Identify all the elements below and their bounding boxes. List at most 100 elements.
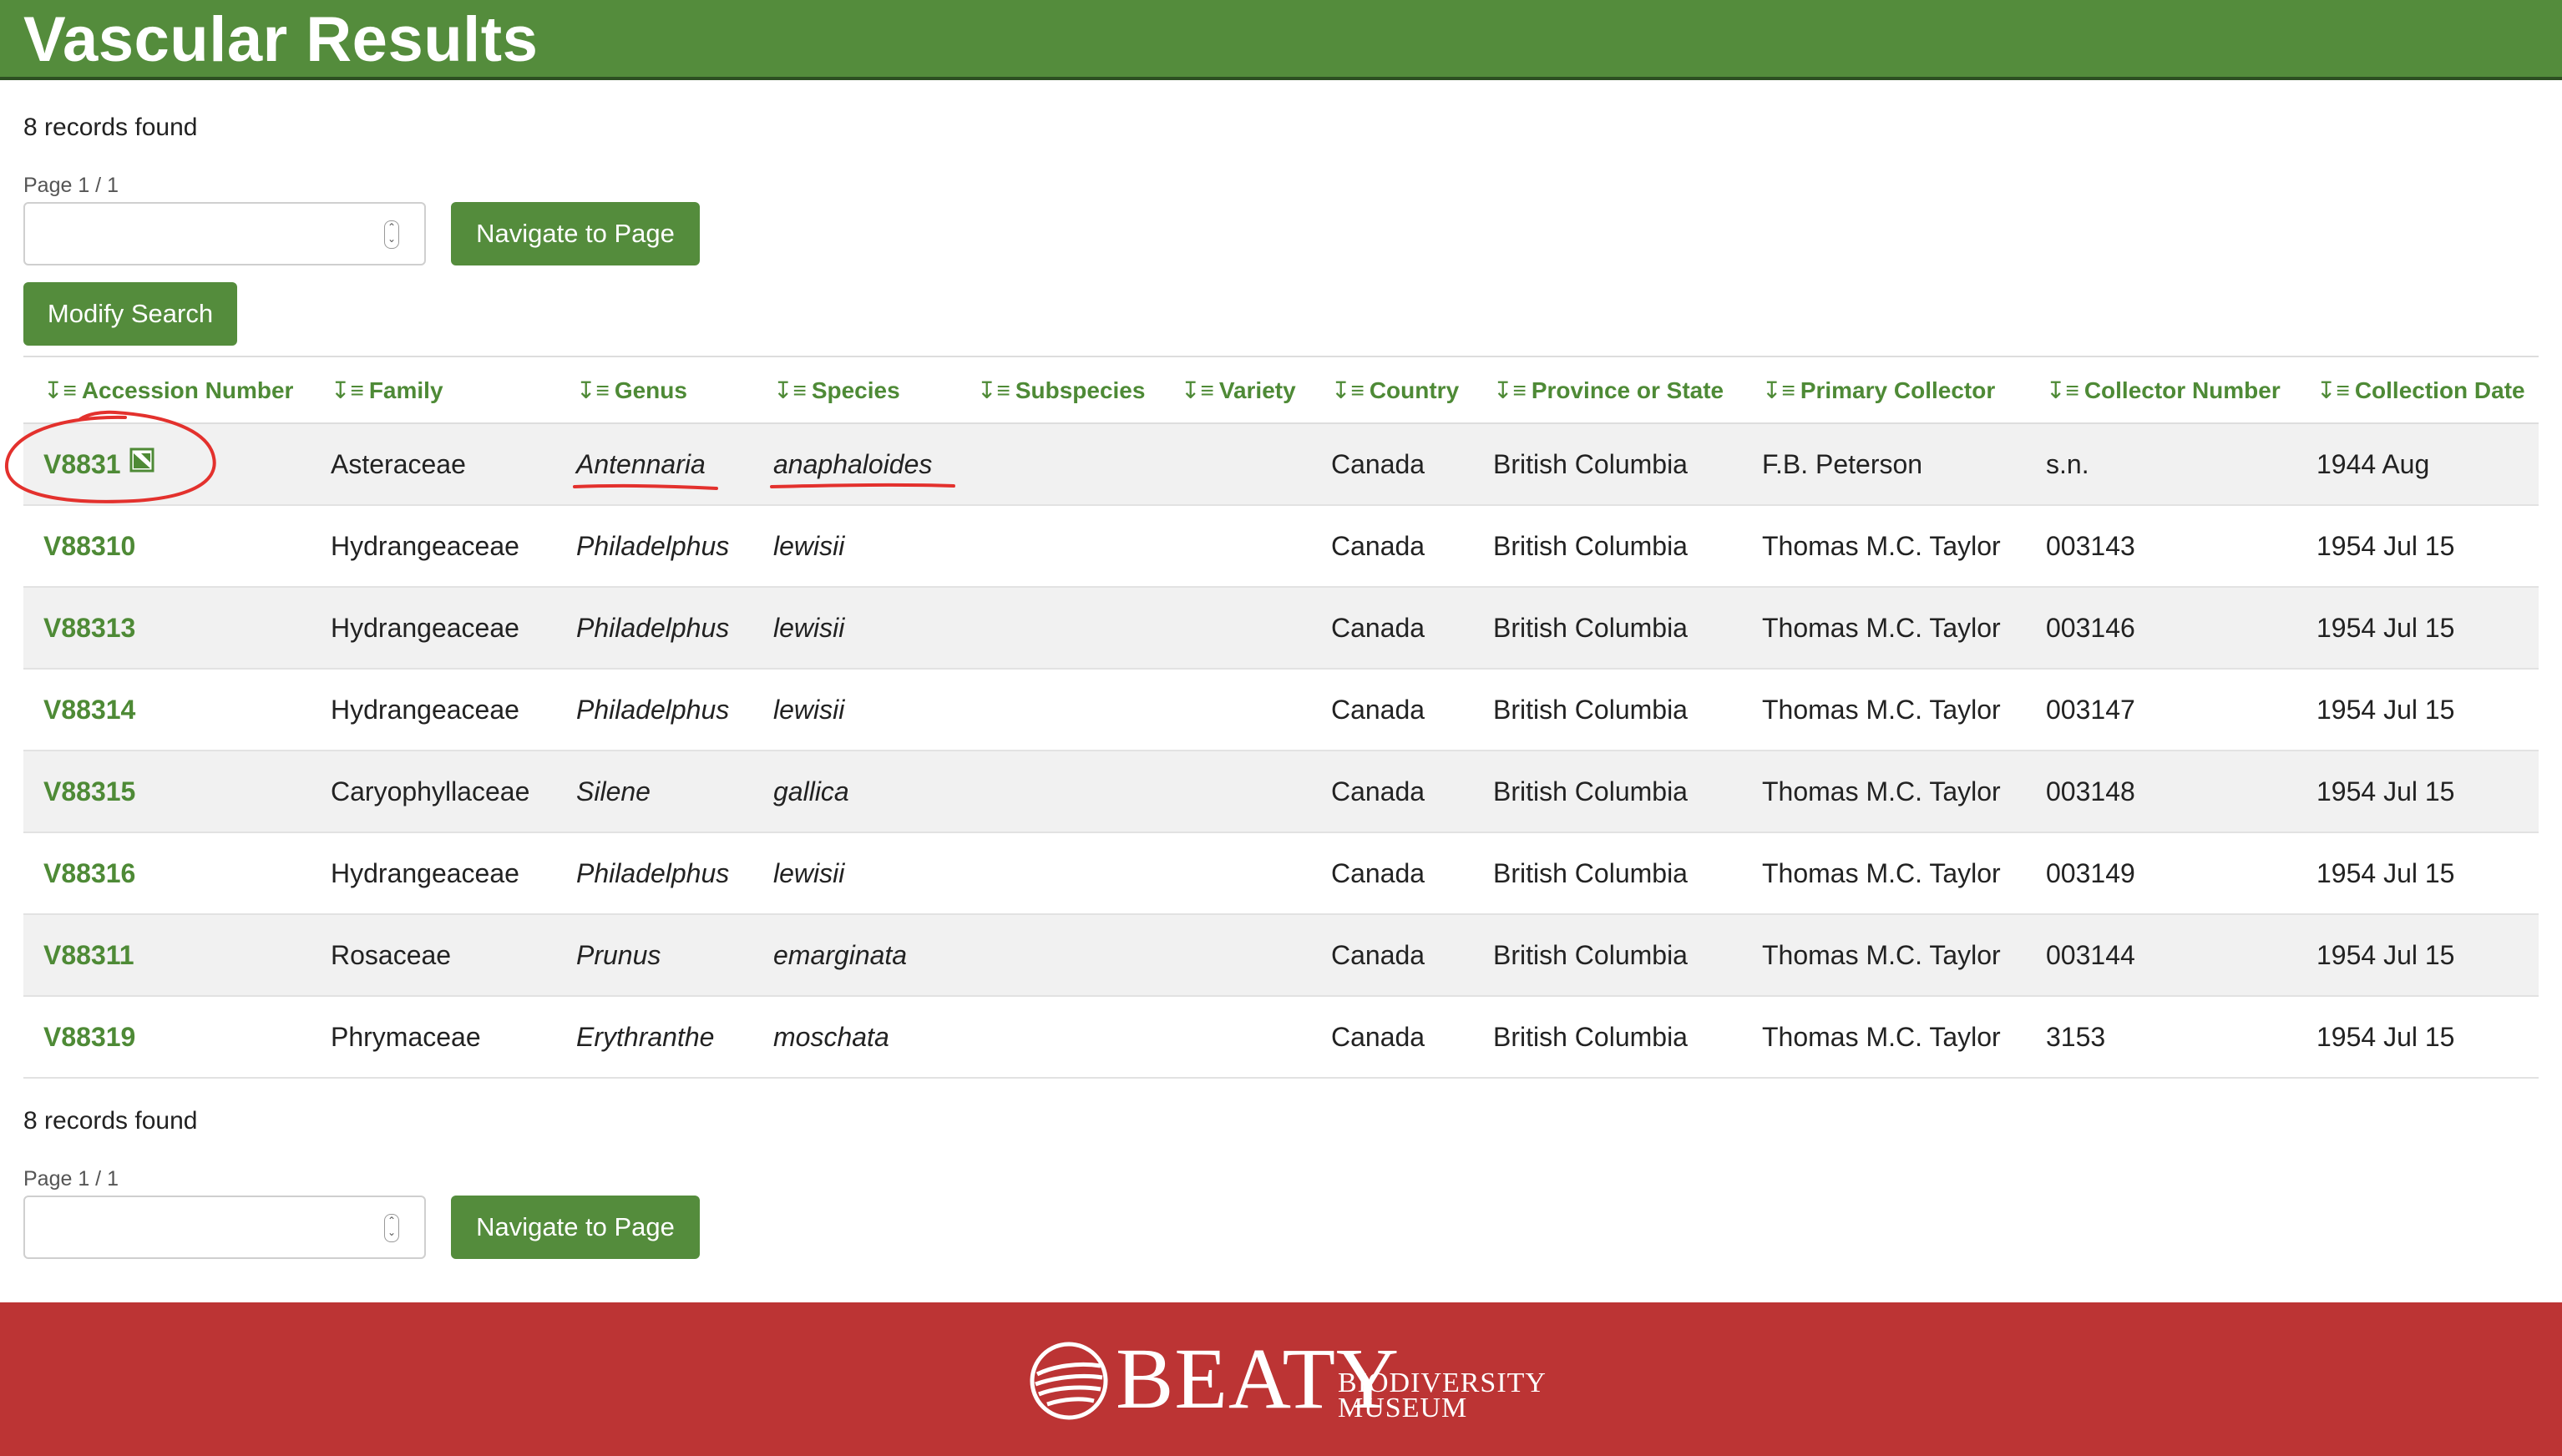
accession-link[interactable]: V88316: [43, 858, 135, 888]
collector-number-cell: 003149: [2026, 832, 2296, 915]
variety-cell: [1161, 751, 1311, 833]
column-header-primary-collector[interactable]: ↧≡ Primary Collector: [1742, 356, 2026, 424]
collector-cell: F.B. Peterson: [1742, 423, 2026, 506]
country-cell: Canada: [1311, 587, 1473, 670]
variety-cell: [1161, 423, 1311, 506]
table-row: V8831 Asteraceae Antennaria anaphaloides…: [23, 423, 2539, 506]
modify-search-button[interactable]: Modify Search: [23, 282, 237, 346]
variety-cell: [1161, 587, 1311, 670]
column-header-subspecies[interactable]: ↧≡ Subspecies: [957, 356, 1161, 424]
page-label-bottom: Page 1 / 1: [23, 1167, 119, 1191]
sort-icon: ↧≡: [1181, 377, 1214, 403]
page-number-input-top[interactable]: ⌃ ⌄: [23, 202, 426, 265]
collection-date-cell: 1954 Jul 15: [2296, 996, 2539, 1079]
sort-icon: ↧≡: [1762, 377, 1795, 403]
subspecies-cell: [957, 505, 1161, 588]
records-found-top: 8 records found: [23, 114, 198, 141]
province-cell: British Columbia: [1473, 832, 1742, 915]
page-number-input-bottom[interactable]: ⌃ ⌄: [23, 1196, 426, 1259]
subspecies-cell: [957, 914, 1161, 997]
species-cell: anaphaloides: [753, 423, 957, 506]
collection-date-cell: 1954 Jul 15: [2296, 832, 2539, 915]
number-spinner-icon[interactable]: ⌃ ⌄: [384, 1214, 399, 1242]
accession-link[interactable]: V88314: [43, 695, 135, 725]
image-icon[interactable]: [129, 447, 154, 479]
accession-cell: V88316: [23, 832, 311, 915]
column-header-variety[interactable]: ↧≡ Variety: [1161, 356, 1311, 424]
genus-cell: Erythranthe: [556, 996, 753, 1079]
province-cell: British Columbia: [1473, 914, 1742, 997]
accession-link[interactable]: V88315: [43, 776, 135, 806]
country-cell: Canada: [1311, 505, 1473, 588]
records-found-bottom: 8 records found: [23, 1107, 198, 1135]
accession-cell: V88311: [23, 914, 311, 997]
accession-cell: V88314: [23, 669, 311, 751]
column-header-genus[interactable]: ↧≡ Genus: [556, 356, 753, 424]
accession-link[interactable]: V88311: [43, 940, 134, 970]
collection-date-cell: 1954 Jul 15: [2296, 669, 2539, 751]
country-cell: Canada: [1311, 914, 1473, 997]
accession-cell: V8831: [23, 423, 311, 506]
accession-link[interactable]: V8831: [43, 449, 121, 479]
collection-date-cell: 1944 Aug: [2296, 423, 2539, 506]
species-cell: gallica: [753, 751, 957, 833]
province-cell: British Columbia: [1473, 669, 1742, 751]
table-row: V88315 Caryophyllaceae Silene gallica Ca…: [23, 751, 2539, 833]
navigate-to-page-button-top[interactable]: Navigate to Page: [451, 202, 700, 265]
collection-date-cell: 1954 Jul 15: [2296, 505, 2539, 588]
page-footer: BEATY BIODIVERSITY MUSEUM: [0, 1302, 2562, 1456]
accession-link[interactable]: V88313: [43, 613, 135, 643]
family-cell: Hydrangeaceae: [311, 505, 556, 588]
collector-cell: Thomas M.C. Taylor: [1742, 832, 2026, 915]
subspecies-cell: [957, 996, 1161, 1079]
column-header-collection-date[interactable]: ↧≡ Collection Date: [2296, 356, 2539, 424]
variety-cell: [1161, 669, 1311, 751]
beaty-museum-logo[interactable]: BEATY BIODIVERSITY MUSEUM: [1029, 1336, 1563, 1424]
column-header-country[interactable]: ↧≡ Country: [1311, 356, 1473, 424]
accession-link[interactable]: V88310: [43, 531, 135, 561]
genus-cell: Philadelphus: [556, 505, 753, 588]
sort-icon: ↧≡: [43, 377, 77, 403]
country-cell: Canada: [1311, 751, 1473, 833]
genus-cell: Philadelphus: [556, 832, 753, 915]
collection-date-cell: 1954 Jul 15: [2296, 751, 2539, 833]
column-header-family[interactable]: ↧≡ Family: [311, 356, 556, 424]
subspecies-cell: [957, 751, 1161, 833]
family-cell: Rosaceae: [311, 914, 556, 997]
family-cell: Hydrangeaceae: [311, 587, 556, 670]
table-header-row: ↧≡ Accession Number ↧≡ Family ↧≡ Genus ↧≡ Sp…: [23, 356, 2539, 424]
sort-icon: ↧≡: [331, 377, 364, 403]
family-cell: Caryophyllaceae: [311, 751, 556, 833]
accession-link[interactable]: V88319: [43, 1022, 135, 1052]
column-header-accession-number[interactable]: ↧≡ Accession Number: [23, 356, 311, 424]
table-row: V88313 Hydrangeaceae Philadelphus lewisi…: [23, 587, 2539, 670]
collection-date-cell: 1954 Jul 15: [2296, 587, 2539, 670]
genus-cell: Philadelphus: [556, 669, 753, 751]
accession-cell: V88315: [23, 751, 311, 833]
subspecies-cell: [957, 669, 1161, 751]
collector-number-cell: s.n.: [2026, 423, 2296, 506]
sort-icon: ↧≡: [2046, 377, 2079, 403]
province-cell: British Columbia: [1473, 996, 1742, 1079]
sort-icon: ↧≡: [1493, 377, 1527, 403]
variety-cell: [1161, 505, 1311, 588]
column-header-collector-number[interactable]: ↧≡ Collector Number: [2026, 356, 2296, 424]
sort-icon: ↧≡: [977, 377, 1010, 403]
genus-cell: Philadelphus: [556, 587, 753, 670]
navigate-to-page-button-bottom[interactable]: Navigate to Page: [451, 1196, 700, 1259]
table-row: V88311 Rosaceae Prunus emarginata Canada…: [23, 914, 2539, 997]
variety-cell: [1161, 832, 1311, 915]
species-cell: lewisii: [753, 669, 957, 751]
province-cell: British Columbia: [1473, 505, 1742, 588]
accession-cell: V88319: [23, 996, 311, 1079]
column-header-species[interactable]: ↧≡ Species: [753, 356, 957, 424]
number-spinner-icon[interactable]: ⌃ ⌄: [384, 220, 399, 249]
page-header: Vascular Results: [0, 0, 2562, 80]
genus-cell: Antennaria: [556, 423, 753, 506]
column-header-province-or-state[interactable]: ↧≡ Province or State: [1473, 356, 1742, 424]
variety-cell: [1161, 996, 1311, 1079]
family-cell: Hydrangeaceae: [311, 832, 556, 915]
subspecies-cell: [957, 423, 1161, 506]
province-cell: British Columbia: [1473, 587, 1742, 670]
collector-cell: Thomas M.C. Taylor: [1742, 914, 2026, 997]
